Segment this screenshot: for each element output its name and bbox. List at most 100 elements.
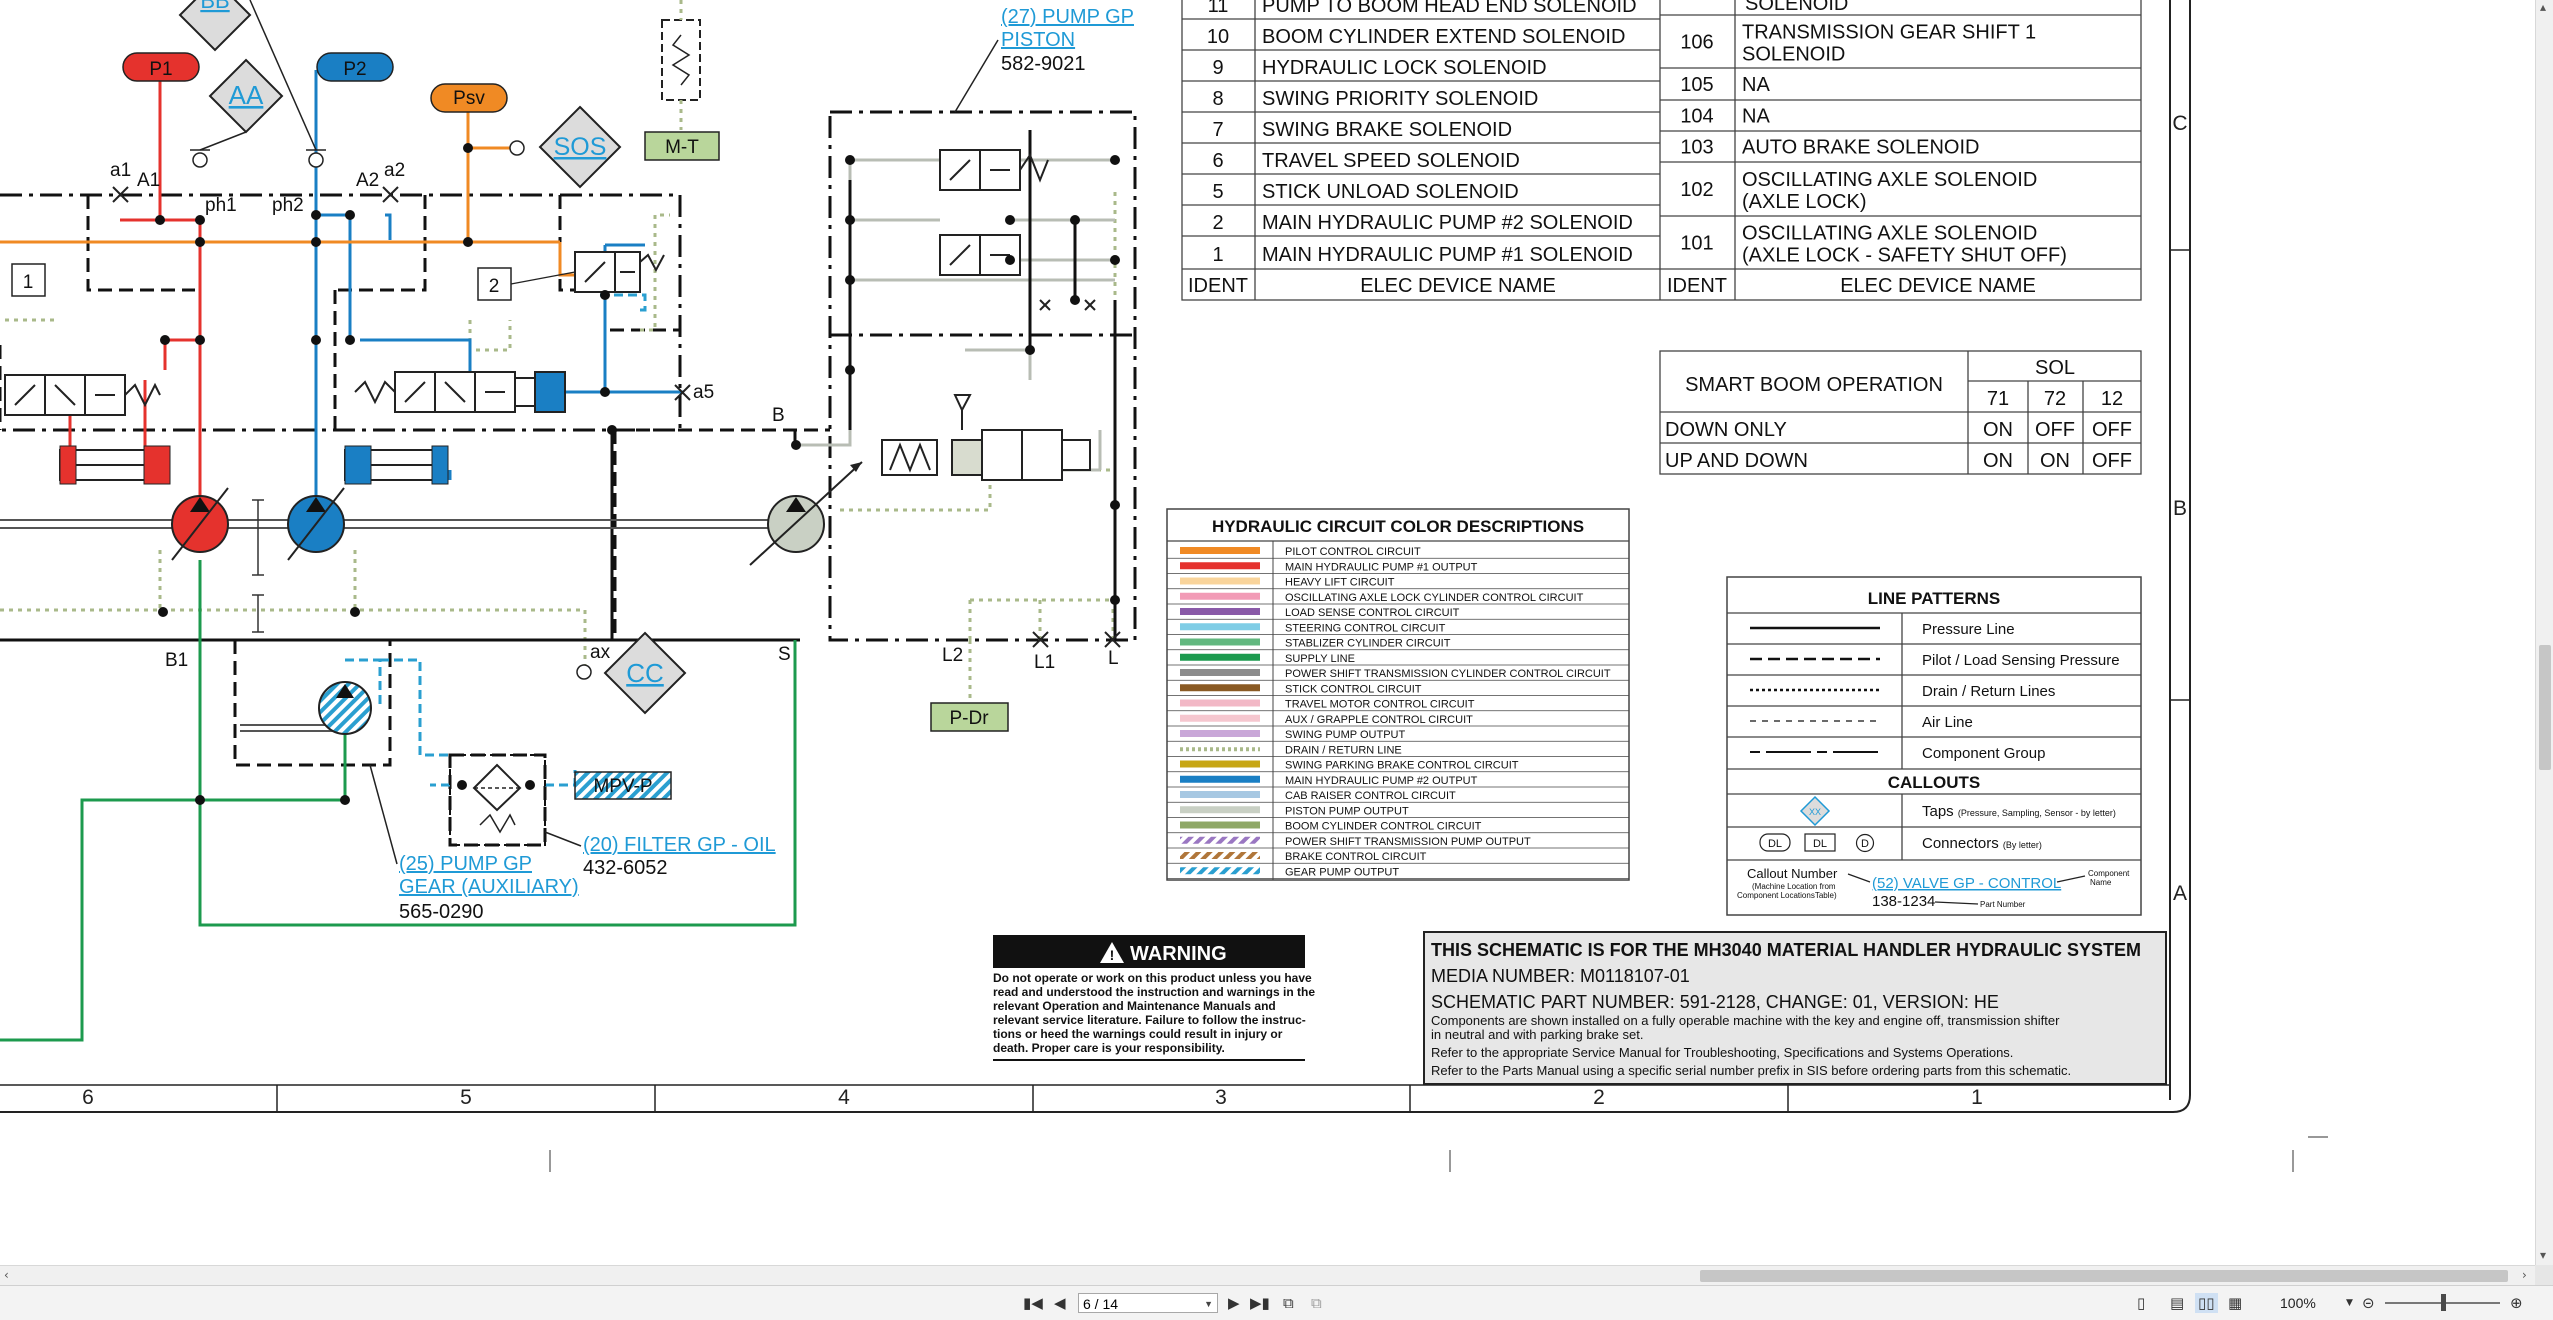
smart-boom-col-72: 72 xyxy=(2044,388,2066,410)
legend-label: PISTON PUMP OUTPUT xyxy=(1285,805,1409,817)
scroll-left-icon[interactable]: ‹ xyxy=(4,1268,9,1282)
callout-number-note: (Machine Location from xyxy=(1752,882,1836,891)
label-a2-upper: A2 xyxy=(356,170,379,191)
device-name: SWING PRIORITY SOLENOID xyxy=(1262,88,1538,110)
tag-aa[interactable]: AA xyxy=(229,80,264,110)
legend-label: AUX / GRAPPLE CONTROL CIRCUIT xyxy=(1285,714,1473,726)
tap-symbol: XX xyxy=(1809,807,1821,817)
document-canvas[interactable]: 6 5 4 3 2 1 C B A BB P1 P2 Psv AA SOS M-… xyxy=(0,0,2535,1265)
device-ident: 2 xyxy=(1212,212,1223,234)
device-name: MAIN HYDRAULIC PUMP #1 SOLENOID xyxy=(1262,244,1633,266)
title-heading: THIS SCHEMATIC IS FOR THE MH3040 MATERIA… xyxy=(1431,940,2141,960)
single-page-icon[interactable]: ▯ xyxy=(2137,1293,2145,1313)
legend-label: STICK CONTROL CIRCUIT xyxy=(1285,683,1422,695)
tag-mt: M-T xyxy=(665,137,699,158)
legend-swatch xyxy=(1180,836,1260,844)
main-pump-2 xyxy=(287,487,345,561)
legend-swatch xyxy=(1180,684,1260,692)
device-table-header-ident: IDENT xyxy=(1667,275,1727,297)
device-ident: 103 xyxy=(1680,137,1713,159)
valve-psv xyxy=(574,251,665,293)
device-ident: 10 xyxy=(1207,26,1229,48)
next-page-icon[interactable]: ▶ xyxy=(1228,1293,1240,1313)
gear-pump-link[interactable]: (25) PUMP GP xyxy=(399,853,532,875)
filter-link[interactable]: (20) FILTER GP - OIL xyxy=(583,834,776,856)
tag-p-dr: P-Dr xyxy=(949,708,989,729)
scroll-down-icon[interactable]: ▾ xyxy=(2540,1248,2546,1262)
line-pattern-label: Pilot / Load Sensing Pressure xyxy=(1922,652,2120,669)
horizontal-scrollbar[interactable]: ‹ › xyxy=(0,1265,2535,1286)
scroll-up-icon[interactable]: ▴ xyxy=(2540,0,2546,14)
gear-pump-part: 565-0290 xyxy=(399,901,484,923)
legend-label: STEERING CONTROL CIRCUIT xyxy=(1285,622,1446,634)
device-name: BOOM CYLINDER EXTEND SOLENOID xyxy=(1262,26,1625,48)
smart-boom-row-label: UP AND DOWN xyxy=(1665,450,1808,472)
legend-swatch xyxy=(1180,867,1260,875)
title-block: THIS SCHEMATIC IS FOR THE MH3040 MATERIA… xyxy=(1423,931,2167,1085)
zoom-level[interactable]: 100% xyxy=(2280,1293,2316,1313)
page-number-field[interactable]: 6 / 14 ▼ xyxy=(1078,1293,1218,1313)
device-name: OSCILLATING AXLE SOLENOID xyxy=(1742,223,2037,245)
device-name: HYDRAULIC LOCK SOLENOID xyxy=(1262,57,1547,79)
warning-line: read and understood the instruction and … xyxy=(993,985,1315,999)
piston-pump-link-2[interactable]: PISTON xyxy=(1001,29,1075,51)
gear-pump-link-2[interactable]: GEAR (AUXILIARY) xyxy=(399,876,579,898)
vertical-scrollbar[interactable]: ▴ ▾ xyxy=(2535,0,2553,1265)
title-note: Components are shown installed on a full… xyxy=(1431,1013,2060,1028)
two-page-icon[interactable]: ▯▯ xyxy=(2195,1293,2218,1313)
device-ident: 106 xyxy=(1680,32,1713,54)
device-name: SOLENOID xyxy=(1742,44,1845,66)
scroll-right-icon[interactable]: › xyxy=(2522,1268,2527,1282)
legend-swatch xyxy=(1180,760,1260,768)
prev-page-icon[interactable]: ◀ xyxy=(1054,1293,1066,1313)
zoom-slider-knob[interactable] xyxy=(2440,1294,2446,1311)
first-page-icon[interactable]: ▮◀ xyxy=(1023,1293,1043,1313)
device-ident: 8 xyxy=(1212,88,1223,110)
tag-cc[interactable]: CC xyxy=(626,658,664,688)
last-page-icon[interactable]: ▶▮ xyxy=(1250,1293,1270,1313)
page-number-value: 6 / 14 xyxy=(1083,1296,1119,1312)
callout-number-note: Component LocationsTable) xyxy=(1737,891,1837,900)
piston-pump-link[interactable]: (27) PUMP GP xyxy=(1001,6,1134,28)
device-ident: 11 xyxy=(1208,0,1229,17)
horizontal-scroll-thumb[interactable] xyxy=(1700,1270,2508,1282)
component-name-label: Name xyxy=(2090,878,2112,887)
paste-page-icon[interactable]: ⧉ xyxy=(1311,1293,1322,1313)
continuous-icon[interactable]: ▤ xyxy=(2170,1293,2184,1313)
device-table-header-name: ELEC DEVICE NAME xyxy=(1840,275,2036,297)
warning-title: WARNING xyxy=(1130,943,1227,965)
page-dropdown-icon[interactable]: ▼ xyxy=(1204,1294,1213,1314)
smart-boom-col-71: 71 xyxy=(1987,388,2009,410)
zone-col-2: 2 xyxy=(1593,1086,1605,1109)
tag-sos[interactable]: SOS xyxy=(554,133,607,161)
device-ident: 7 xyxy=(1212,119,1223,141)
legend-label: SWING PARKING BRAKE CONTROL CIRCUIT xyxy=(1285,760,1519,772)
warning-box: ! WARNING Do not operate or work on this… xyxy=(993,935,1315,1061)
label-l: L xyxy=(1108,648,1119,669)
zoom-out-icon[interactable]: ⊝ xyxy=(2362,1293,2375,1313)
device-name: NA xyxy=(1742,74,1770,96)
legend-swatch xyxy=(1180,623,1260,631)
schematic-part-number: SCHEMATIC PART NUMBER: 591-2128, CHANGE:… xyxy=(1431,992,1999,1012)
tag-bb[interactable]: BB xyxy=(200,0,229,13)
smart-boom-title: SMART BOOM OPERATION xyxy=(1685,374,1943,396)
schematic-sheet: 6 5 4 3 2 1 C B A BB P1 P2 Psv AA SOS M-… xyxy=(0,0,2328,1172)
zoom-in-icon[interactable]: ⊕ xyxy=(2510,1293,2523,1313)
zone-col-1: 1 xyxy=(1971,1086,1983,1109)
label-box-2: 2 xyxy=(489,276,500,297)
line-patterns-legend: LINE PATTERNS Pressure Line Pilot / Load… xyxy=(1726,576,2142,916)
two-page-continuous-icon[interactable]: ▦ xyxy=(2228,1293,2242,1313)
scrollbar-corner xyxy=(2535,1265,2553,1285)
label-a2-lower: a2 xyxy=(384,160,405,181)
callout-example-link[interactable]: (52) VALVE GP - CONTROL xyxy=(1872,875,2061,892)
zone-col-3: 3 xyxy=(1215,1086,1227,1109)
vertical-scroll-thumb[interactable] xyxy=(2539,645,2551,770)
smart-boom-cell: OFF xyxy=(2035,419,2075,441)
zoom-dropdown-icon[interactable]: ▼ xyxy=(2346,1293,2353,1313)
device-name: AUTO BRAKE SOLENOID xyxy=(1742,137,1979,159)
copy-page-icon[interactable]: ⧉ xyxy=(1283,1293,1294,1313)
title-note: Refer to the appropriate Service Manual … xyxy=(1431,1045,2013,1060)
label-a5: a5 xyxy=(693,382,714,403)
legend-swatch xyxy=(1180,714,1260,722)
legend-label: STABLIZER CYLINDER CIRCUIT xyxy=(1285,638,1451,650)
